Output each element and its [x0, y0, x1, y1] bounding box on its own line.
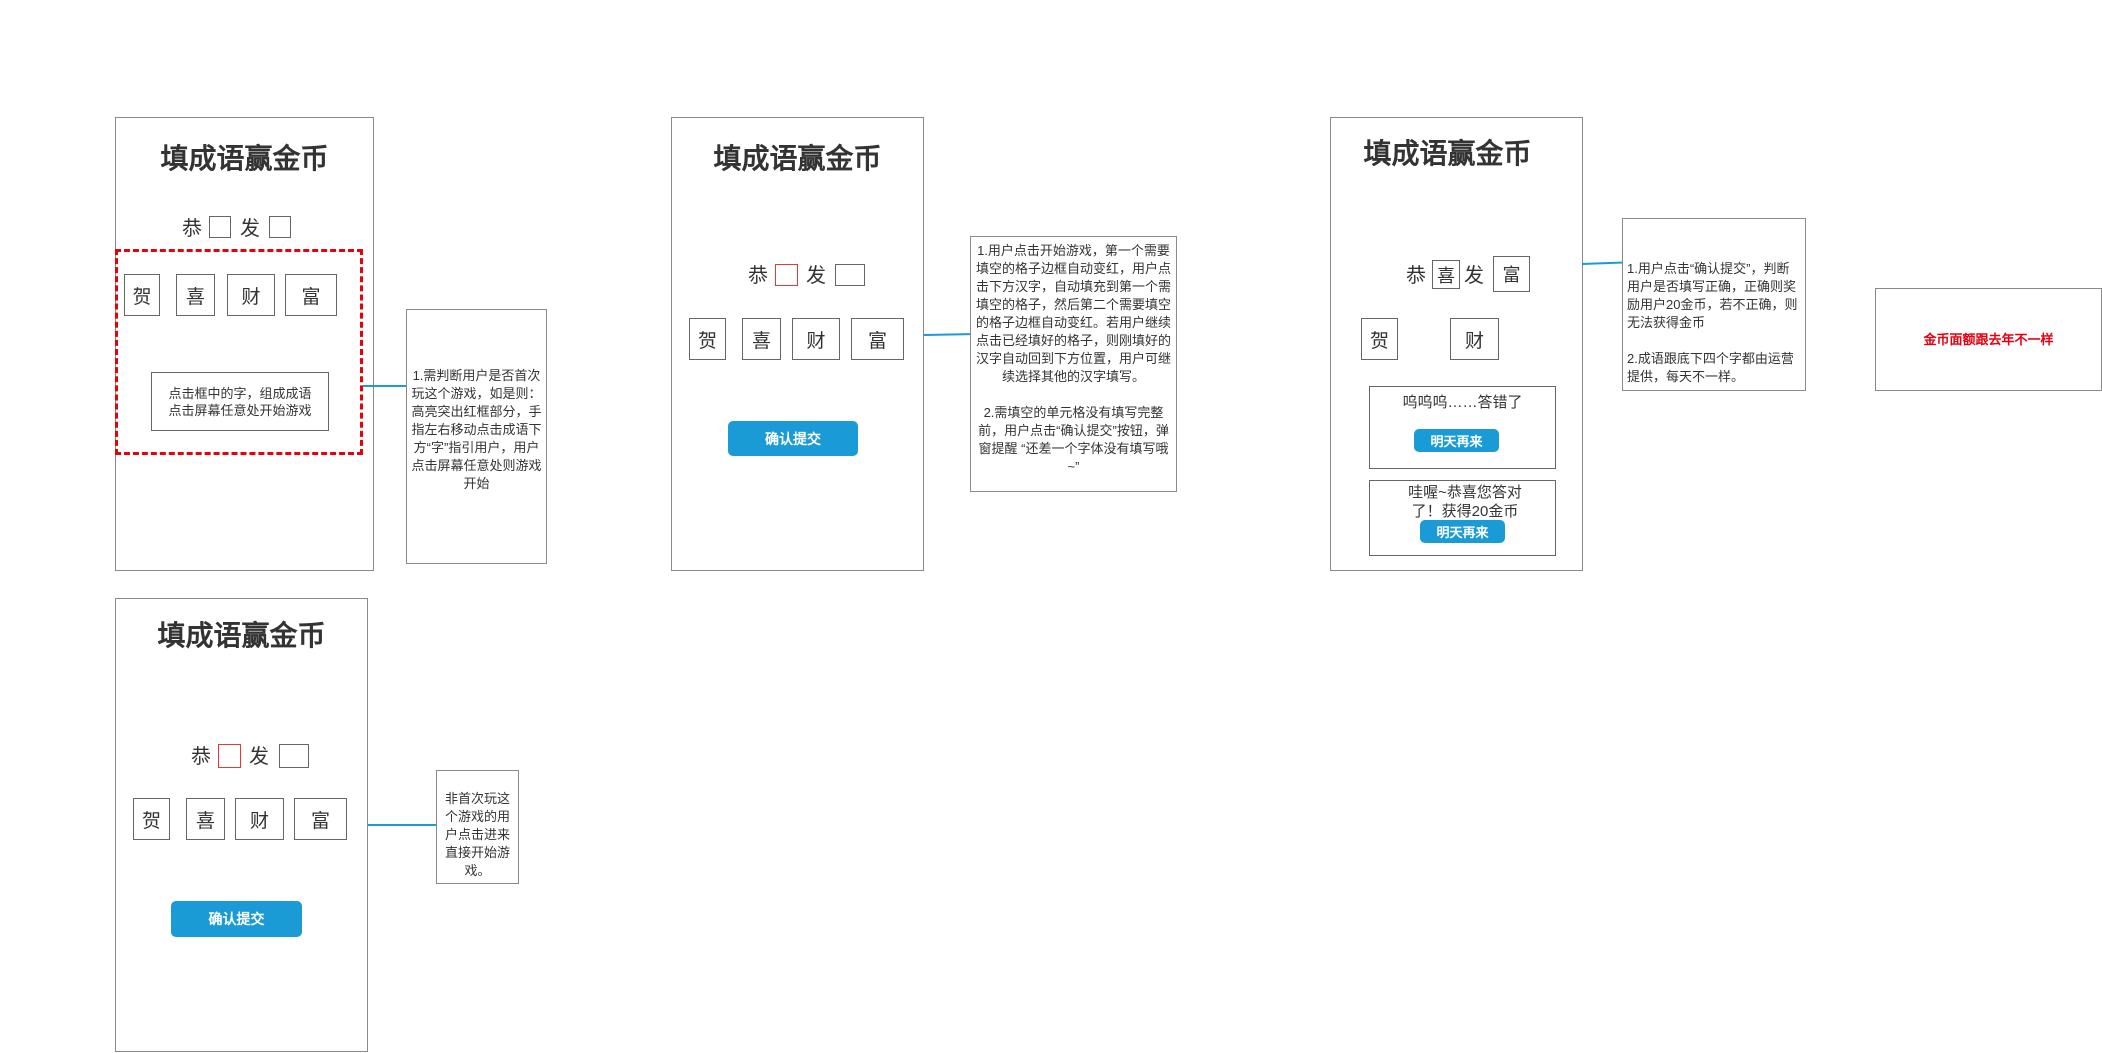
note-fill-rule-1: 1.用户点击开始游戏，第一个需要填空的格子边框自动变红，用户点击下方汉字，自动填…: [975, 243, 1171, 384]
note-first-play: 1.需判断用户是否首次玩这个游戏，如是则：高亮突出红框部分，手指左右移动点击成语…: [406, 309, 547, 564]
blank-cell-1-active[interactable]: [775, 264, 798, 286]
wrong-answer-text: 呜呜呜……答错了: [1402, 394, 1523, 411]
connector-line: [368, 824, 437, 826]
idiom-char-2: 发: [1464, 265, 1484, 287]
connector-line: [363, 385, 406, 387]
char-tile-cai[interactable]: 财: [792, 318, 840, 360]
char-tile-xi[interactable]: 喜: [176, 274, 215, 316]
char-tile-cai[interactable]: 财: [1450, 318, 1499, 360]
note-coin-text: 金币面额跟去年不一样: [1923, 331, 2054, 347]
connector-line: [1581, 261, 1625, 265]
correct-answer-text: 哇喔~恭喜您答对了！获得20金币: [1408, 484, 1522, 520]
filled-cell-2[interactable]: 富: [1493, 256, 1530, 292]
blank-cell-2[interactable]: [279, 744, 309, 768]
page-title: 填成语赢金币: [1363, 138, 1532, 169]
come-back-tomorrow-button[interactable]: 明天再来: [1420, 520, 1505, 543]
char-tile-he[interactable]: 贺: [689, 318, 726, 360]
char-tile-he[interactable]: 贺: [124, 274, 160, 316]
char-tile-fu[interactable]: 富: [294, 798, 347, 840]
char-tile-he[interactable]: 贺: [133, 798, 170, 840]
page-title: 填成语赢金币: [713, 143, 882, 174]
filled-cell-1[interactable]: 喜: [1432, 260, 1460, 289]
idiom-char-2: 发: [806, 265, 826, 287]
char-tile-fu[interactable]: 富: [285, 274, 337, 316]
page-title: 填成语赢金币: [160, 143, 329, 174]
blank-cell-1[interactable]: [209, 216, 231, 238]
start-hint-box[interactable]: 点击框中的字，组成成语点击屏幕任意处开始游戏: [151, 372, 329, 431]
char-tile-he[interactable]: 贺: [1361, 318, 1398, 360]
start-hint-text: 点击框中的字，组成成语点击屏幕任意处开始游戏: [168, 385, 312, 418]
note-first-play-text: 1.需判断用户是否首次玩这个游戏，如是则：高亮突出红框部分，手指左右移动点击成语…: [411, 368, 542, 491]
idiom-char-2: 发: [249, 746, 269, 768]
note-repeat-play: 非首次玩这个游戏的用户点击进来直接开始游戏。: [436, 770, 519, 884]
char-tile-cai[interactable]: 财: [227, 274, 275, 316]
char-tile-fu[interactable]: 富: [851, 318, 904, 360]
note-spacer: [1627, 332, 1801, 350]
connector-line: [923, 333, 972, 336]
idiom-char-2: 发: [240, 218, 260, 240]
note-fill-rules: 1.用户点击开始游戏，第一个需要填空的格子边框自动变红，用户点击下方汉字，自动填…: [970, 236, 1177, 492]
note-fill-rule-2: 2.需填空的单元格没有填写完整前，用户点击“确认提交”按钮，弹窗提醒 “还差一个…: [978, 405, 1169, 474]
idiom-char-1: 恭: [748, 265, 768, 287]
idiom-char-1: 恭: [182, 218, 202, 240]
char-tile-cai[interactable]: 财: [235, 798, 284, 840]
note-submit-rule-2: 2.成语跟底下四个字都由运营提供，每天不一样。: [1627, 351, 1794, 384]
char-tile-xi[interactable]: 喜: [186, 798, 225, 840]
note-coin-amount: 金币面额跟去年不一样: [1875, 288, 2102, 391]
blank-cell-2[interactable]: [835, 264, 865, 286]
note-repeat-play-text: 非首次玩这个游戏的用户点击进来直接开始游戏。: [444, 791, 510, 878]
page-title: 填成语赢金币: [157, 620, 326, 651]
char-tile-xi[interactable]: 喜: [742, 318, 781, 360]
idiom-char-1: 恭: [191, 746, 211, 768]
note-spacer: [974, 386, 1173, 404]
confirm-submit-button[interactable]: 确认提交: [171, 901, 302, 937]
confirm-submit-button[interactable]: 确认提交: [728, 421, 858, 456]
note-submit-rule-1: 1.用户点击“确认提交”，判断用户是否填写正确，正确则奖励用户20金币，若不正确…: [1627, 261, 1798, 330]
blank-cell-2[interactable]: [269, 216, 291, 238]
blank-cell-1-active[interactable]: [218, 744, 241, 768]
note-submit-rules: 1.用户点击“确认提交”，判断用户是否填写正确，正确则奖励用户20金币，若不正确…: [1622, 218, 1806, 391]
idiom-char-1: 恭: [1406, 265, 1426, 287]
come-back-tomorrow-button[interactable]: 明天再来: [1414, 429, 1499, 452]
